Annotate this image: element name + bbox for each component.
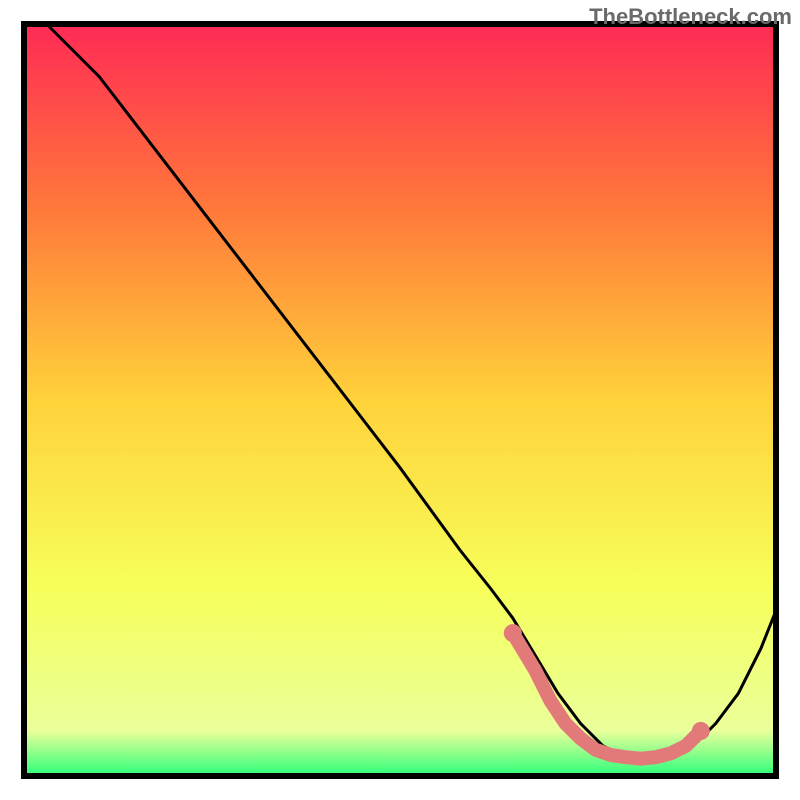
bottleneck-chart xyxy=(0,0,800,800)
optimal-zone-endpoint xyxy=(692,722,710,740)
chart-container: TheBottleneck.com xyxy=(0,0,800,800)
watermark-text: TheBottleneck.com xyxy=(589,4,792,30)
gradient-background xyxy=(24,24,776,776)
optimal-zone-endpoint xyxy=(504,624,522,642)
